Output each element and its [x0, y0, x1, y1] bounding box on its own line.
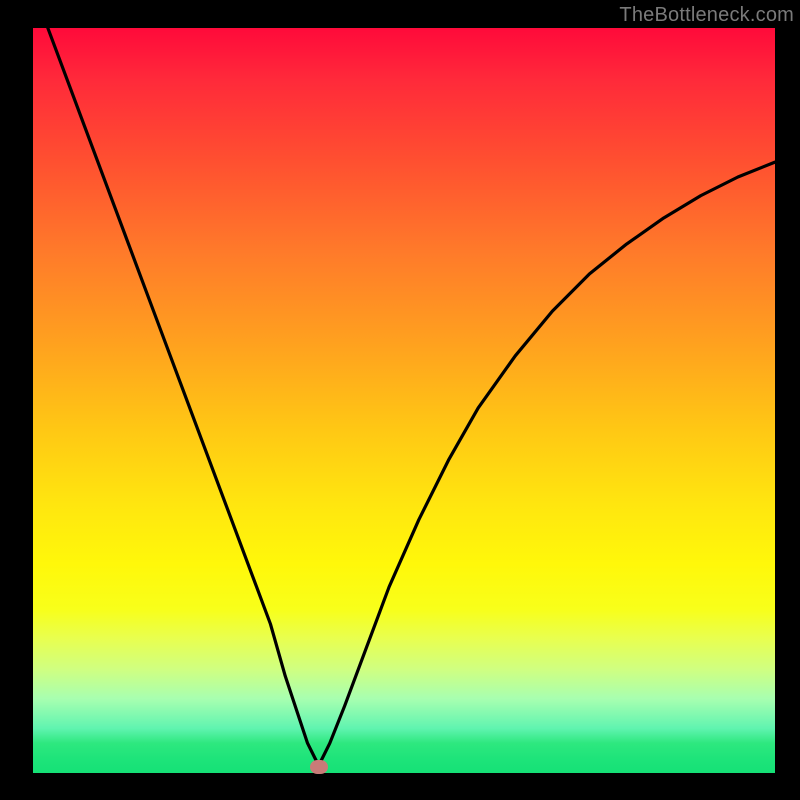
- minimum-marker: [310, 760, 328, 774]
- plot-area: [33, 28, 775, 773]
- watermark-text: TheBottleneck.com: [619, 4, 794, 27]
- chart-frame: TheBottleneck.com: [0, 0, 800, 800]
